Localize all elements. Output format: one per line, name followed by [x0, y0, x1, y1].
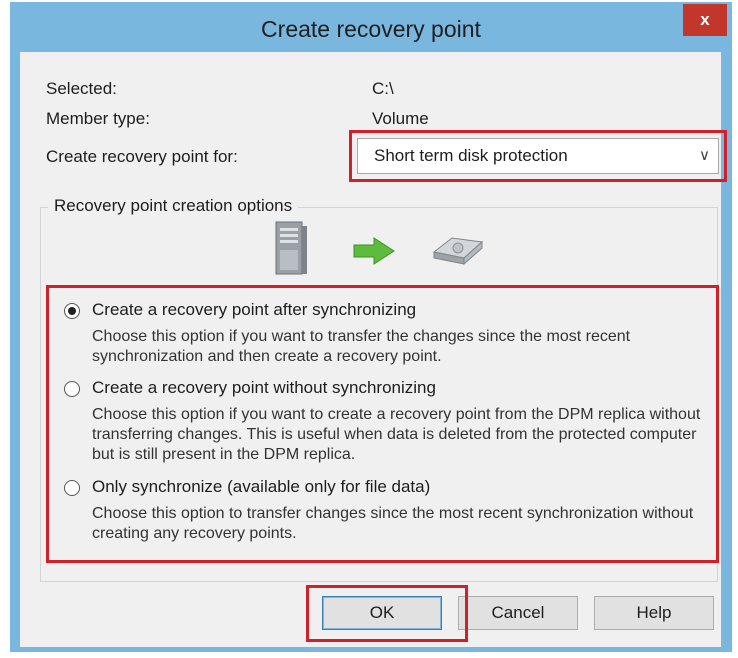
option-without-sync-title[interactable]: Create a recovery point without synchron… — [92, 378, 436, 398]
ok-button[interactable]: OK — [322, 596, 442, 630]
option-after-sync-description: Choose this option if you want to transf… — [92, 328, 631, 365]
disk-drive-icon — [432, 237, 484, 266]
server-icon — [275, 221, 307, 275]
member-type-value: Volume — [372, 109, 429, 128]
option-only-sync-description: Choose this option to transfer changes s… — [92, 505, 694, 542]
member-type-label: Member type: — [46, 109, 150, 128]
option-after-sync-title[interactable]: Create a recovery point after synchroniz… — [92, 300, 416, 320]
close-button[interactable]: x — [683, 4, 727, 36]
dropdown-selected-value: Short term disk protection — [374, 146, 568, 165]
selected-label: Selected: — [46, 79, 117, 98]
cancel-button[interactable]: Cancel — [458, 596, 578, 630]
option-without-sync-description: Choose this option if you want to create… — [92, 406, 701, 463]
dialog-title: Create recovery point — [261, 16, 481, 42]
create-for-label: Create recovery point for: — [46, 147, 238, 166]
options-group-legend: Recovery point creation options — [48, 196, 299, 216]
option-only-sync-title[interactable]: Only synchronize (available only for fil… — [92, 477, 430, 497]
option-after-sync-radio[interactable] — [64, 303, 80, 319]
chevron-down-icon[interactable]: ∨ — [699, 146, 710, 164]
option-without-sync-radio[interactable] — [64, 381, 80, 397]
option-only-sync-radio[interactable] — [64, 480, 80, 496]
arrow-right-icon — [353, 237, 395, 265]
help-button[interactable]: Help — [594, 596, 714, 630]
title-bar: Create recovery point x — [10, 2, 732, 52]
recovery-type-dropdown[interactable]: Short term disk protection ∨ — [357, 138, 719, 174]
selected-value: C:\ — [372, 79, 394, 98]
